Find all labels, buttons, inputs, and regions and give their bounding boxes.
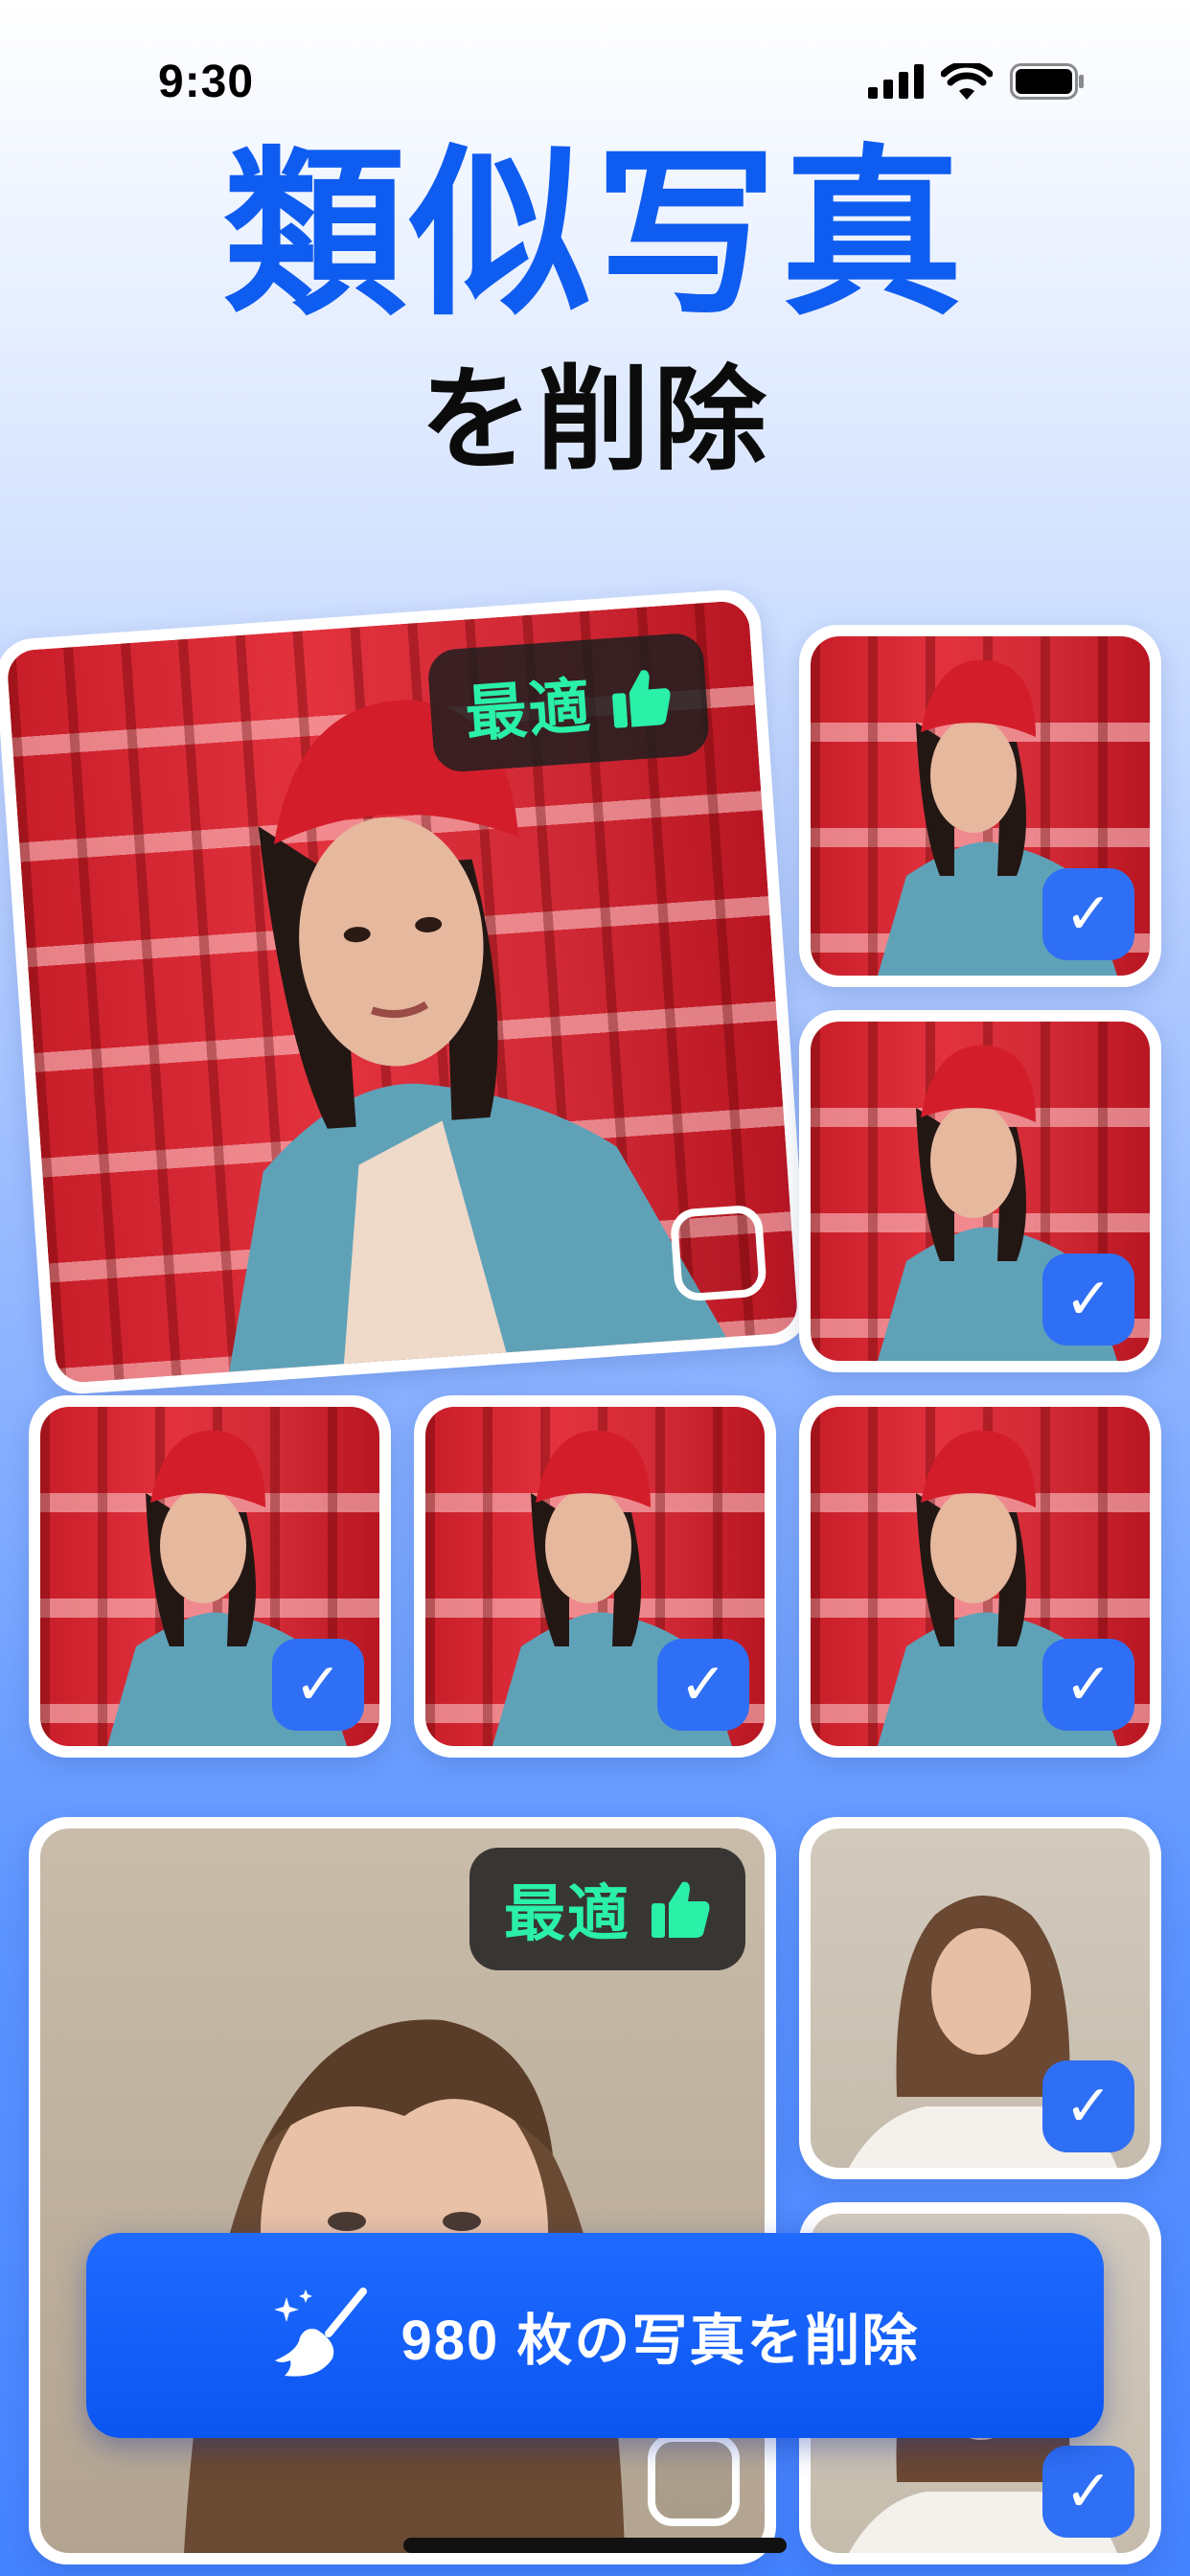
select-checkbox[interactable]: ✓ — [1042, 1639, 1134, 1731]
signal-icon — [868, 64, 924, 99]
photo-thumbnail: ✓ — [811, 1407, 1150, 1746]
select-checkbox[interactable]: ✓ — [1042, 2446, 1134, 2538]
select-checkbox[interactable]: ✓ — [272, 1639, 364, 1731]
delete-photos-button[interactable]: 980 枚の写真を削除 — [86, 2233, 1104, 2438]
photo-thumbnail: 最適 — [6, 599, 799, 1385]
best-badge: 最適 — [426, 632, 711, 774]
select-checkbox[interactable]: ✓ — [1042, 868, 1134, 960]
photo-thumbnail: 最適 — [40, 1828, 765, 2553]
page-subtitle: を削除 — [419, 357, 770, 484]
select-checkbox[interactable]: ✓ — [1042, 1254, 1134, 1346]
delete-photos-label: 980 枚の写真を削除 — [400, 2310, 920, 2372]
photo-thumbnail: ✓ — [811, 1022, 1150, 1361]
photo-thumbnail: ✓ — [425, 1407, 765, 1746]
battery-icon — [1010, 63, 1084, 100]
duplicate-photo-card[interactable]: ✓ — [799, 1010, 1161, 1372]
thumbs-up-icon — [652, 1881, 710, 1938]
status-icons — [868, 63, 1085, 100]
select-checkbox[interactable]: ✓ — [657, 1639, 749, 1731]
best-photo-card-1[interactable]: 最適 — [0, 587, 812, 1396]
select-checkbox[interactable]: ✓ — [1042, 2060, 1134, 2152]
duplicate-photo-card[interactable]: ✓ — [799, 1817, 1161, 2179]
photo-thumbnail: ✓ — [811, 636, 1150, 976]
best-badge-label: 最適 — [463, 671, 595, 749]
best-badge: 最適 — [469, 1848, 745, 1970]
home-indicator — [403, 2538, 787, 2553]
page-title: 類似写真 — [222, 133, 967, 336]
photo-thumbnail: ✓ — [40, 1407, 379, 1746]
duplicate-photo-card[interactable]: ✓ — [29, 1395, 391, 1758]
duplicate-photo-card[interactable]: ✓ — [799, 625, 1161, 987]
best-photo-card-2[interactable]: 最適 — [29, 1817, 776, 2564]
select-checkbox[interactable] — [669, 1204, 768, 1302]
duplicate-photo-card[interactable]: ✓ — [799, 1395, 1161, 1758]
status-time: 9:30 — [158, 57, 255, 107]
status-bar: 9:30 — [0, 0, 1190, 144]
thumbs-up-icon — [612, 670, 671, 728]
select-checkbox[interactable] — [648, 2434, 740, 2526]
wifi-icon — [941, 63, 993, 100]
photo-thumbnail: ✓ — [811, 1828, 1150, 2168]
best-badge-label: 最適 — [504, 1879, 630, 1948]
broom-sparkle-icon — [273, 2288, 367, 2377]
duplicate-photo-card[interactable]: ✓ — [414, 1395, 776, 1758]
